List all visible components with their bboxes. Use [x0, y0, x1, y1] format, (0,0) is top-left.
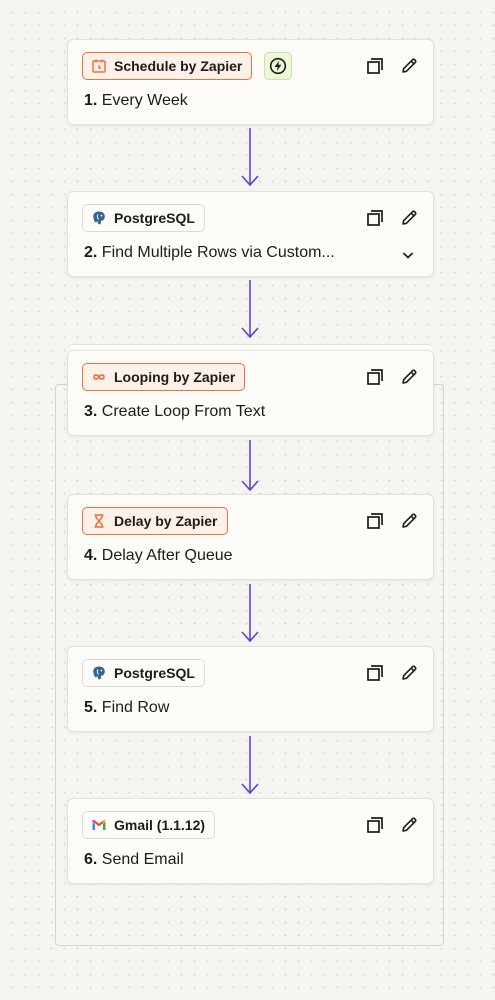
pencil-icon[interactable] — [399, 511, 419, 531]
app-badge[interactable]: Gmail (1.1.12) — [82, 811, 216, 839]
copy-icon[interactable] — [365, 511, 385, 531]
app-badge[interactable]: Schedule by Zapier — [82, 52, 253, 80]
connector-arrow — [241, 736, 259, 795]
step-title: 6. Send Email — [84, 851, 184, 868]
connector-arrow — [241, 440, 259, 492]
app-name: PostgreSQL — [114, 210, 195, 226]
step-card-4[interactable]: Delay by Zapier 4. Delay After Queue — [67, 494, 434, 580]
postgresql-icon — [93, 666, 105, 680]
infinity-loop-icon — [93, 374, 105, 380]
app-name: Delay by Zapier — [114, 513, 218, 529]
connector-arrow — [241, 584, 259, 643]
copy-icon[interactable] — [365, 208, 385, 228]
pencil-icon[interactable] — [399, 367, 419, 387]
app-name: Gmail (1.1.12) — [114, 817, 206, 833]
lightning-icon — [269, 57, 287, 75]
postgresql-icon — [93, 211, 105, 225]
step-card-5[interactable]: PostgreSQL 5. Find Row — [67, 646, 434, 732]
step-title: 4. Delay After Queue — [84, 547, 233, 564]
step-title: 2. Find Multiple Rows via Custom... — [84, 244, 335, 261]
copy-icon[interactable] — [365, 815, 385, 835]
app-name: Looping by Zapier — [114, 369, 236, 385]
copy-icon[interactable] — [365, 367, 385, 387]
pencil-icon[interactable] — [399, 56, 419, 76]
copy-icon[interactable] — [365, 56, 385, 76]
step-title: 3. Create Loop From Text — [84, 403, 266, 420]
step-title: 5. Find Row — [84, 699, 170, 716]
pencil-icon[interactable] — [399, 663, 419, 683]
app-badge[interactable]: Delay by Zapier — [82, 507, 228, 535]
pencil-icon[interactable] — [399, 815, 419, 835]
chevron-down-icon[interactable] — [401, 248, 415, 262]
hourglass-icon — [94, 514, 104, 528]
trigger-badge[interactable] — [264, 52, 292, 80]
step-card-6[interactable]: Gmail (1.1.12) 6. Send Email — [67, 798, 434, 884]
app-badge[interactable]: PostgreSQL — [82, 204, 205, 232]
step-card-2[interactable]: PostgreSQL 2. Find Multiple Rows via Cus… — [67, 191, 434, 277]
connector-arrow — [241, 280, 259, 339]
app-name: PostgreSQL — [114, 665, 195, 681]
gmail-icon — [92, 819, 106, 830]
calendar-icon — [92, 59, 106, 73]
app-badge[interactable]: PostgreSQL — [82, 659, 205, 687]
step-card-1[interactable]: Schedule by Zapier 1. Every Week — [67, 39, 434, 125]
step-card-3[interactable]: Looping by Zapier 3. Create Loop From Te… — [67, 350, 434, 436]
copy-icon[interactable] — [365, 663, 385, 683]
connector-arrow — [241, 128, 259, 187]
app-badge[interactable]: Looping by Zapier — [82, 363, 246, 391]
pencil-icon[interactable] — [399, 208, 419, 228]
app-name: Schedule by Zapier — [114, 58, 243, 74]
step-title: 1. Every Week — [84, 92, 188, 109]
